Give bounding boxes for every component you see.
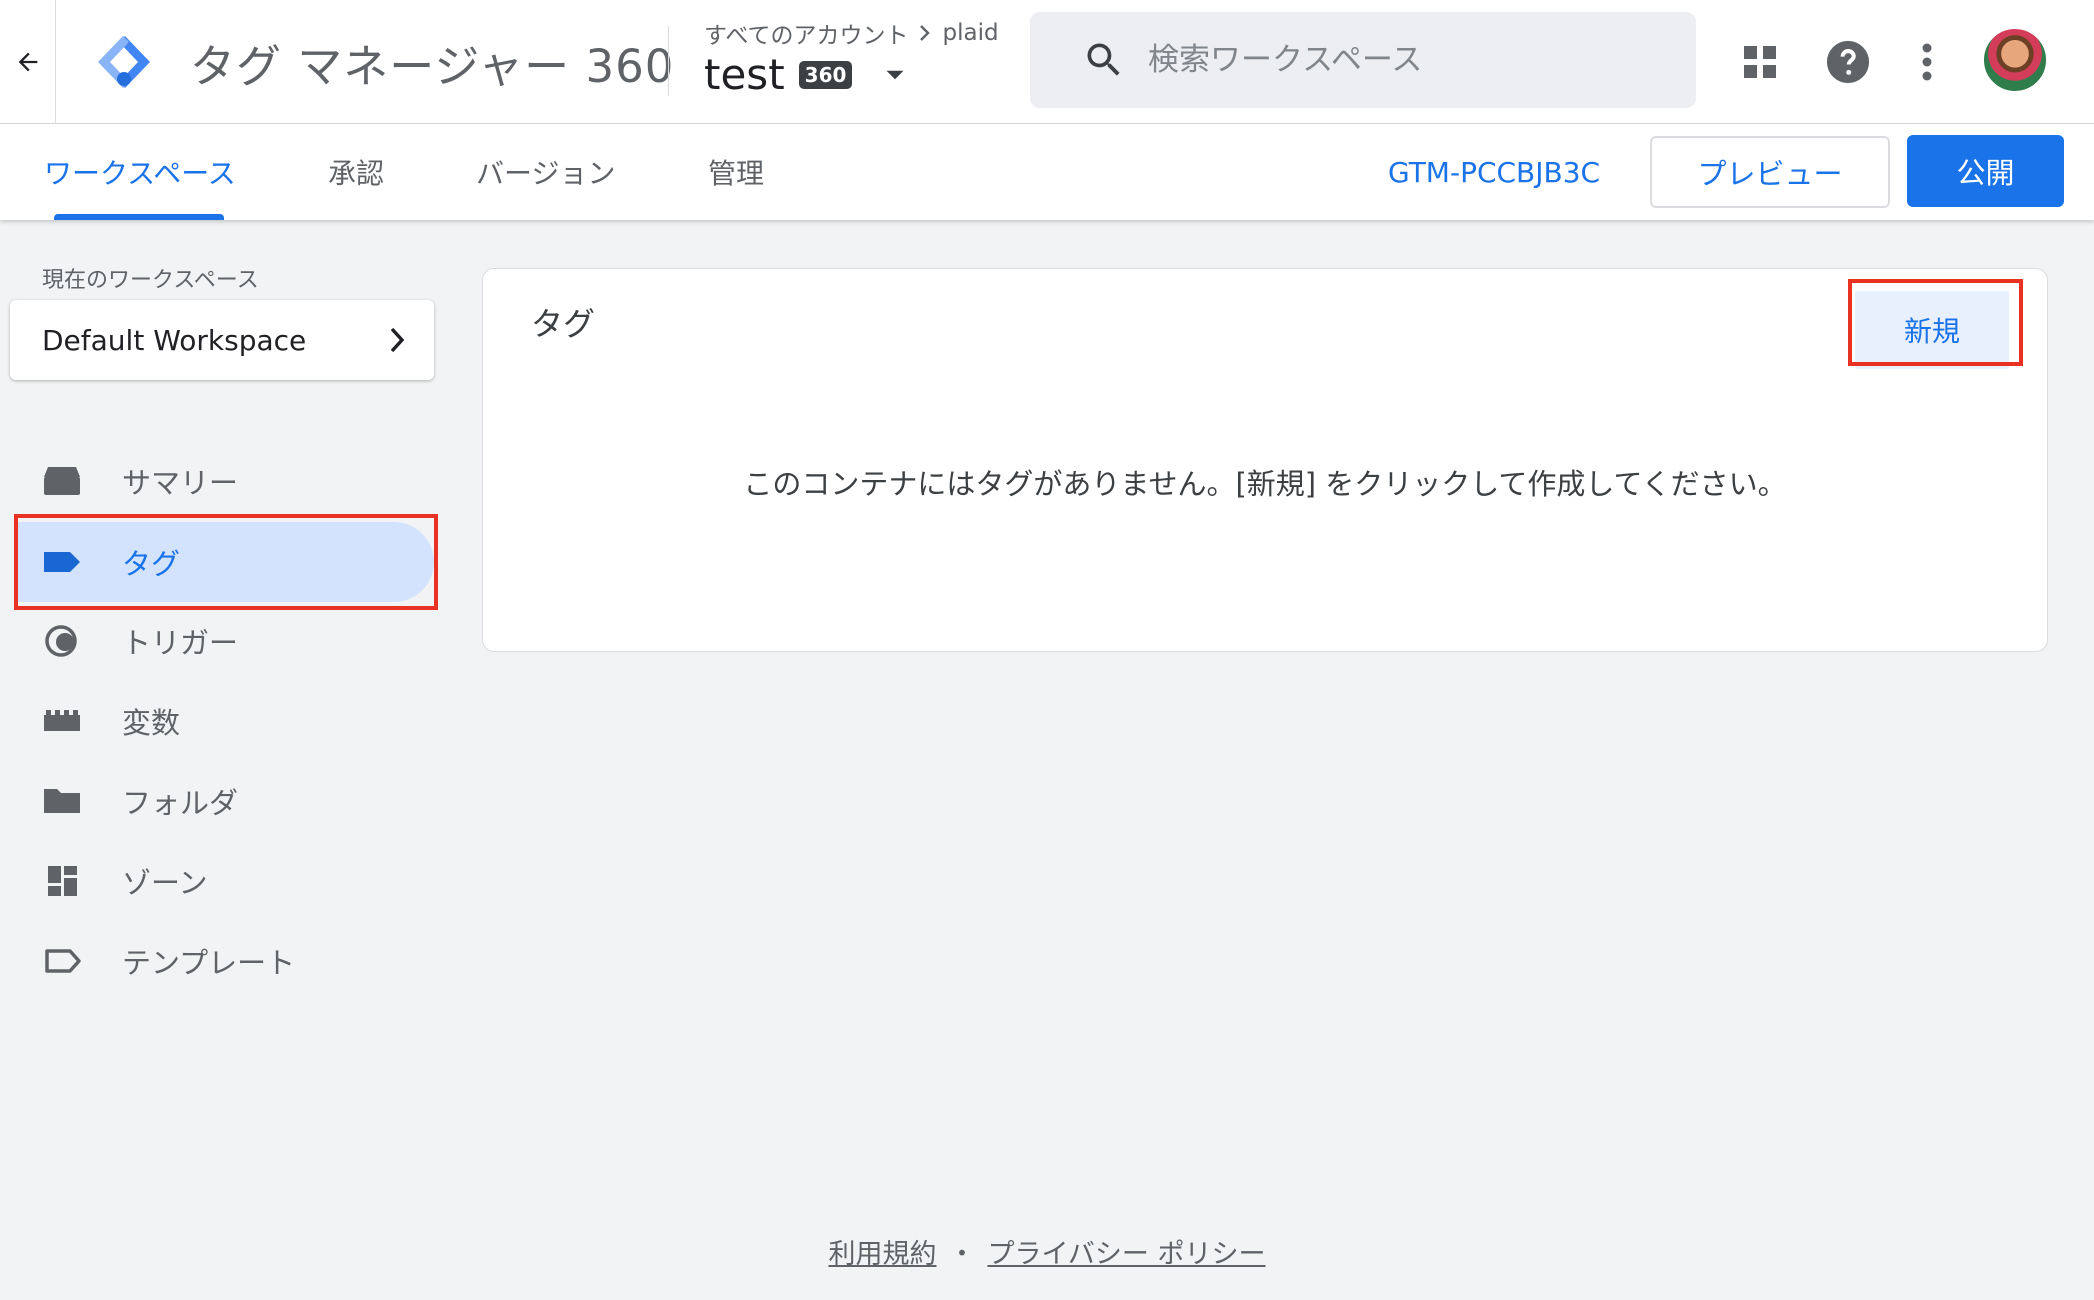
apps-button[interactable] bbox=[1734, 36, 1786, 88]
breadcrumb-all-accounts[interactable]: すべてのアカウント bbox=[704, 16, 908, 50]
apps-grid-icon bbox=[1744, 46, 1776, 78]
sidebar-item-triggers[interactable]: トリガー bbox=[14, 601, 434, 681]
more-vert-icon bbox=[1922, 43, 1932, 81]
template-icon bbox=[45, 949, 81, 973]
footer: 利用規約・プライバシー ポリシー bbox=[0, 1232, 2094, 1271]
empty-state-message: このコンテナにはタグがありません。[新規] をクリックして作成してください。 bbox=[743, 467, 1787, 501]
terms-link[interactable]: 利用規約 bbox=[828, 1239, 936, 1270]
panel-title: タグ bbox=[531, 305, 596, 343]
help-icon bbox=[1826, 40, 1870, 84]
search-icon bbox=[1087, 43, 1120, 76]
tab-versions[interactable]: バージョン bbox=[476, 124, 615, 220]
sidebar-item-label: サマリー bbox=[122, 466, 239, 500]
workspace-nav-bar: ワークスペース 承認 バージョン 管理 GTM-PCCBJB3C プレビュー 公… bbox=[0, 124, 2094, 220]
sidebar-item-summary[interactable]: サマリー bbox=[14, 441, 434, 521]
app-header: タグ マネージャー 360 すべてのアカウント plaid test 360 bbox=[0, 0, 2094, 124]
sidebar-item-folders[interactable]: フォルダ bbox=[14, 761, 434, 841]
sidebar-item-label: 変数 bbox=[122, 706, 181, 740]
breadcrumb: すべてのアカウント plaid bbox=[704, 16, 999, 50]
tab-approvals[interactable]: 承認 bbox=[328, 124, 384, 220]
search-input[interactable] bbox=[1148, 42, 1648, 78]
container-badge: 360 bbox=[798, 60, 853, 89]
sidebar-item-label: トリガー bbox=[122, 626, 239, 660]
header-divider bbox=[668, 26, 669, 96]
container-selector[interactable]: test 360 bbox=[704, 50, 912, 99]
sidebar-item-label: テンプレート bbox=[122, 946, 296, 980]
more-options-button[interactable] bbox=[1901, 36, 1953, 88]
container-name: test bbox=[704, 50, 785, 99]
chevron-right-icon bbox=[390, 327, 405, 353]
tab-admin[interactable]: 管理 bbox=[708, 124, 764, 220]
sidebar-item-zones[interactable]: ゾーン bbox=[14, 841, 434, 921]
trigger-icon bbox=[45, 625, 77, 657]
privacy-policy-link[interactable]: プライバシー ポリシー bbox=[987, 1239, 1265, 1270]
help-button[interactable] bbox=[1822, 36, 1874, 88]
chevron-right-icon bbox=[920, 25, 931, 41]
arrow-back-icon bbox=[18, 52, 37, 72]
folder-icon bbox=[44, 789, 80, 813]
avatar[interactable] bbox=[1982, 27, 2048, 93]
dropdown-arrow-icon[interactable] bbox=[878, 58, 912, 92]
tab-workspace[interactable]: ワークスペース bbox=[44, 124, 236, 220]
workspace-name: Default Workspace bbox=[42, 323, 307, 357]
search-bar[interactable] bbox=[1030, 12, 1696, 108]
highlight-box-new bbox=[1848, 279, 2023, 366]
sidebar-item-label: ゾーン bbox=[122, 866, 208, 900]
back-button[interactable] bbox=[0, 0, 56, 124]
preview-button[interactable]: プレビュー bbox=[1650, 136, 1890, 208]
container-id[interactable]: GTM-PCCBJB3C bbox=[1388, 124, 1600, 220]
tag-manager-logo-icon[interactable] bbox=[92, 32, 156, 92]
sidebar-item-variables[interactable]: 変数 bbox=[14, 681, 434, 761]
workspace-selector[interactable]: Default Workspace bbox=[10, 300, 434, 380]
tags-panel: タグ 新規 このコンテナにはタグがありません。[新規] をクリックして作成してく… bbox=[482, 268, 2048, 652]
publish-button[interactable]: 公開 bbox=[1907, 135, 2064, 207]
sidebar-item-label: フォルダ bbox=[122, 786, 239, 820]
breadcrumb-account[interactable]: plaid bbox=[942, 20, 998, 46]
active-tab-indicator bbox=[54, 214, 224, 220]
app-title: タグ マネージャー 360 bbox=[190, 40, 675, 93]
sidebar-item-templates[interactable]: テンプレート bbox=[14, 921, 434, 1001]
footer-separator: ・ bbox=[948, 1239, 976, 1270]
zone-icon bbox=[48, 866, 77, 896]
current-workspace-label: 現在のワークスペース bbox=[42, 268, 259, 293]
variable-icon bbox=[44, 710, 80, 731]
highlight-box-tags bbox=[14, 514, 438, 610]
summary-icon bbox=[44, 467, 80, 495]
